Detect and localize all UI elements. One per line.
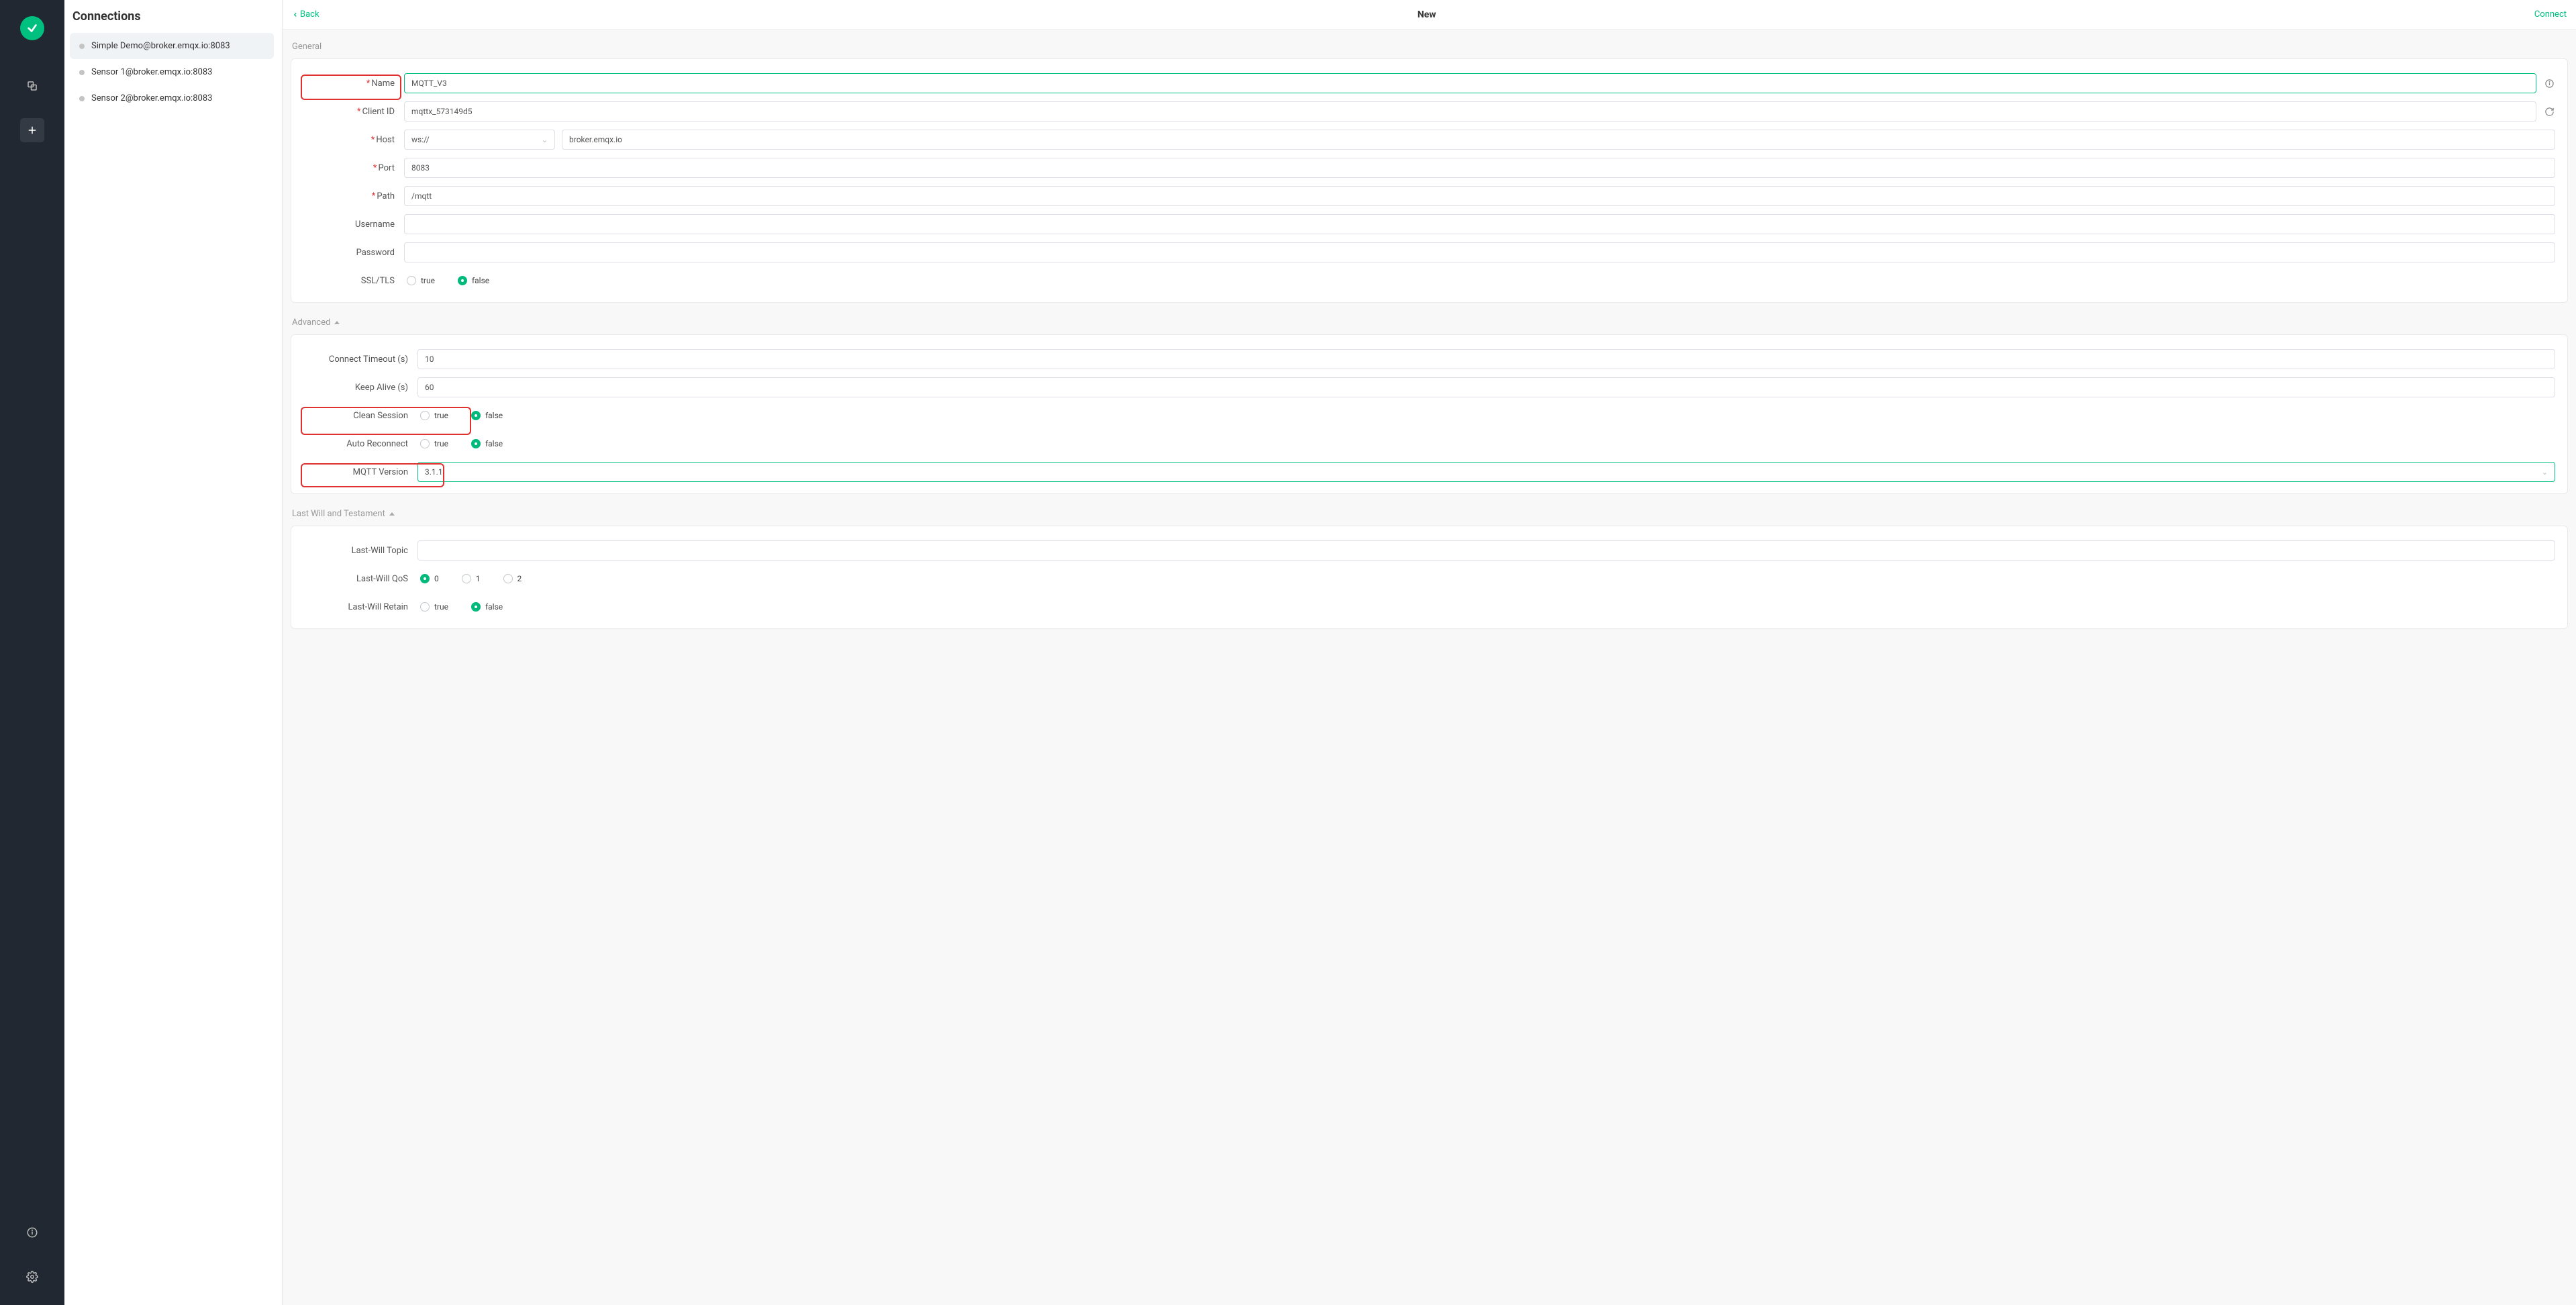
ssl-true-radio[interactable]: true — [407, 276, 435, 285]
status-dot-icon — [79, 44, 85, 49]
chevron-down-icon: ⌄ — [2542, 468, 2548, 477]
reconnect-true-radio[interactable]: true — [420, 439, 448, 448]
general-panel: *Name *Client ID *Host — [291, 58, 2568, 303]
retain-false-radio[interactable]: false — [471, 602, 503, 612]
clean-session-label: Clean Session — [303, 411, 411, 421]
keep-alive-label: Keep Alive (s) — [303, 383, 411, 393]
status-dot-icon — [79, 96, 85, 101]
new-connection-icon[interactable] — [20, 118, 44, 142]
username-label: Username — [303, 220, 397, 230]
qos-0-radio[interactable]: 0 — [420, 574, 439, 583]
sidebar-title: Connections — [70, 7, 274, 33]
lastwill-panel: Last-Will Topic Last-Will QoS 0 1 2 Last… — [291, 526, 2568, 629]
client-id-input[interactable] — [404, 101, 2536, 122]
refresh-icon[interactable] — [2543, 107, 2555, 117]
client-id-label: *Client ID — [303, 107, 397, 117]
section-lastwill[interactable]: Last Will and Testament — [291, 503, 2568, 526]
advanced-panel: Connect Timeout (s) Keep Alive (s) Clean… — [291, 334, 2568, 494]
connection-item[interactable]: Sensor 2@broker.emqx.io:8083 — [70, 85, 274, 111]
connection-item[interactable]: Sensor 1@broker.emqx.io:8083 — [70, 59, 274, 85]
connection-label: Simple Demo@broker.emqx.io:8083 — [91, 41, 230, 51]
info-icon[interactable] — [20, 1220, 44, 1245]
caret-up-icon — [389, 512, 395, 516]
settings-icon[interactable] — [20, 1265, 44, 1289]
app-logo — [20, 16, 44, 40]
clean-true-radio[interactable]: true — [420, 411, 448, 420]
topbar: Back New Connect — [283, 0, 2576, 30]
status-dot-icon — [79, 70, 85, 75]
path-label: *Path — [303, 191, 397, 201]
connections-sidebar: Connections Simple Demo@broker.emqx.io:8… — [64, 0, 283, 1305]
nav-rail — [0, 0, 64, 1305]
keep-alive-input[interactable] — [417, 377, 2555, 397]
path-input[interactable] — [404, 186, 2555, 206]
info-icon[interactable] — [2543, 79, 2555, 89]
mqtt-version-select[interactable]: 3.1.1 ⌄ — [417, 462, 2555, 482]
qos-1-radio[interactable]: 1 — [462, 574, 481, 583]
clean-false-radio[interactable]: false — [471, 411, 503, 420]
port-label: *Port — [303, 163, 397, 173]
back-button[interactable]: Back — [292, 9, 319, 19]
ssl-false-radio[interactable]: false — [458, 276, 489, 285]
auto-reconnect-label: Auto Reconnect — [303, 439, 411, 449]
chevron-down-icon: ⌄ — [542, 136, 548, 144]
caret-up-icon — [334, 321, 340, 324]
page-title: New — [319, 9, 2534, 20]
retain-true-radio[interactable]: true — [420, 602, 448, 612]
host-label: *Host — [303, 135, 397, 145]
section-advanced[interactable]: Advanced — [291, 312, 2568, 334]
lw-topic-input[interactable] — [417, 540, 2555, 561]
username-input[interactable] — [404, 214, 2555, 234]
name-input[interactable] — [404, 73, 2536, 93]
host-scheme-select[interactable]: ws:// ⌄ — [404, 130, 555, 150]
connect-timeout-label: Connect Timeout (s) — [303, 354, 411, 365]
connections-icon[interactable] — [20, 74, 44, 98]
port-input[interactable] — [404, 158, 2555, 178]
main-pane: Back New Connect General *Name *Client — [283, 0, 2576, 1305]
mqtt-version-label: MQTT Version — [303, 467, 411, 477]
connection-label: Sensor 2@broker.emqx.io:8083 — [91, 93, 212, 103]
lw-topic-label: Last-Will Topic — [303, 546, 411, 556]
connection-label: Sensor 1@broker.emqx.io:8083 — [91, 67, 212, 77]
qos-2-radio[interactable]: 2 — [503, 574, 522, 583]
connect-timeout-input[interactable] — [417, 349, 2555, 369]
lw-qos-label: Last-Will QoS — [303, 574, 411, 584]
connection-item[interactable]: Simple Demo@broker.emqx.io:8083 — [70, 33, 274, 59]
ssl-label: SSL/TLS — [303, 276, 397, 286]
connect-button[interactable]: Connect — [2534, 9, 2567, 19]
lw-retain-label: Last-Will Retain — [303, 602, 411, 612]
form-content: General *Name *Client ID — [283, 30, 2576, 1305]
password-input[interactable] — [404, 242, 2555, 262]
reconnect-false-radio[interactable]: false — [471, 439, 503, 448]
host-input[interactable] — [562, 130, 2555, 150]
password-label: Password — [303, 248, 397, 258]
section-general[interactable]: General — [291, 36, 2568, 58]
name-label: *Name — [303, 79, 397, 89]
